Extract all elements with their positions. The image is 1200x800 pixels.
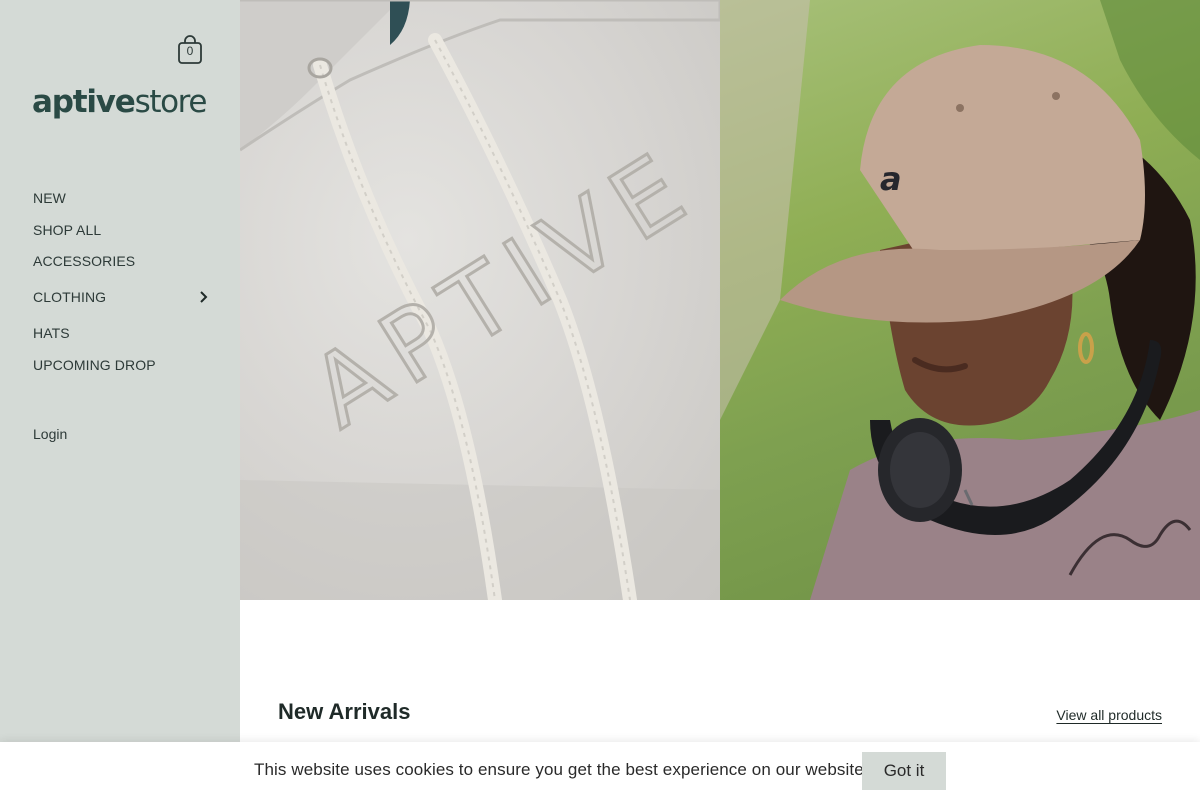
nav-item-upcoming-drop[interactable]: UPCOMING DROP	[33, 353, 208, 377]
nav-item-label: SHOP ALL	[33, 222, 102, 238]
nav-item-shop-all[interactable]: SHOP ALL	[33, 218, 208, 242]
nav-item-label: HATS	[33, 325, 70, 341]
cap-model-illustration: a	[720, 0, 1200, 600]
hoodie-illustration: APTIVE	[240, 0, 720, 600]
cart-button[interactable]: 0	[176, 34, 204, 66]
chevron-right-icon	[198, 290, 208, 304]
cookie-message: This website uses cookies to ensure you …	[254, 760, 869, 779]
nav-item-clothing[interactable]: CLOTHING	[33, 285, 208, 309]
nav-item-hats[interactable]: HATS	[33, 321, 208, 345]
logo-text-bold: aptive	[32, 84, 136, 120]
nav-item-new[interactable]: NEW	[33, 186, 208, 210]
login-link[interactable]: Login	[33, 426, 67, 442]
main-nav: NEW SHOP ALL ACCESSORIES CLOTHING HATS U…	[33, 186, 208, 377]
hero-image-hoodie[interactable]: APTIVE	[240, 0, 720, 600]
cookie-banner: This website uses cookies to ensure you …	[0, 742, 1200, 800]
nav-item-label: CLOTHING	[33, 289, 107, 305]
hero-image-cap[interactable]: a	[720, 0, 1200, 600]
store-logo[interactable]: aptivestore	[32, 84, 207, 128]
accept-cookies-button[interactable]: Got it	[862, 752, 946, 790]
nav-item-label: ACCESSORIES	[33, 253, 136, 269]
logo-text-light: store	[134, 84, 208, 120]
sidebar: 0 aptivestore NEW SHOP ALL ACCESSORIES C…	[0, 0, 240, 800]
nav-item-accessories[interactable]: ACCESSORIES	[33, 249, 208, 273]
cart-count: 0	[186, 44, 194, 58]
nav-item-label: NEW	[33, 190, 66, 206]
section-title: New Arrivals	[278, 699, 411, 724]
view-all-products-link[interactable]: View all products	[1056, 707, 1162, 723]
cap-logo: a	[880, 160, 902, 198]
nav-item-label: UPCOMING DROP	[33, 357, 156, 373]
